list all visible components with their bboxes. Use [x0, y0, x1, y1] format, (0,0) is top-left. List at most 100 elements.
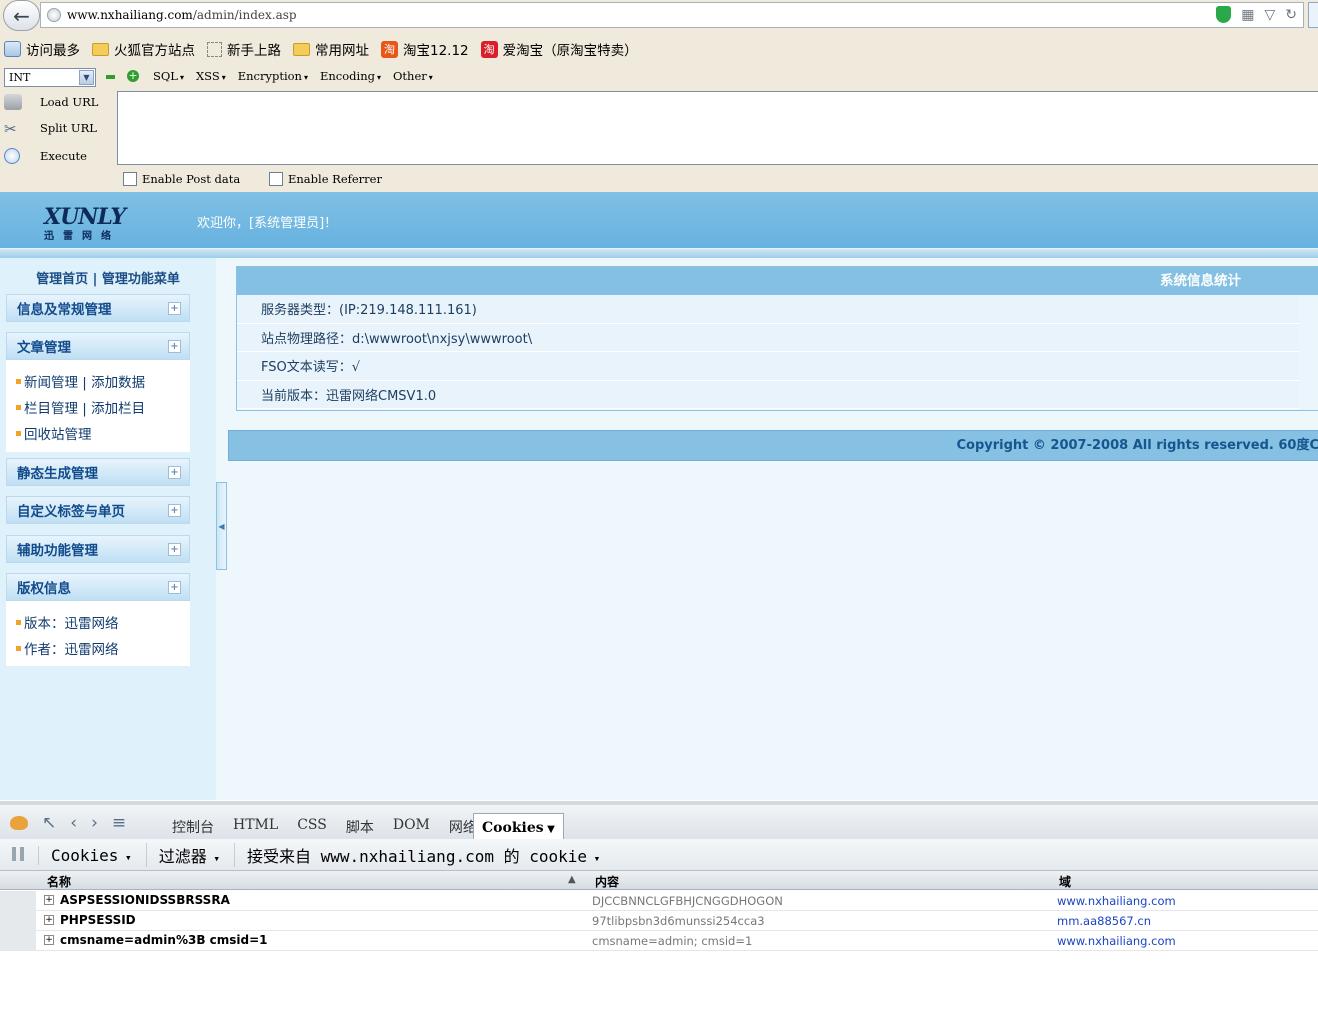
- bookmark-ai-taobao[interactable]: 淘爱淘宝（原淘宝特卖）: [480, 39, 638, 59]
- sidebar-section-header[interactable]: 辅助功能管理 +: [6, 535, 190, 563]
- blank-page-icon: [207, 41, 222, 57]
- bookmark-getting-started[interactable]: 新手上路: [207, 39, 281, 59]
- shield-icon[interactable]: [1216, 6, 1232, 23]
- column-value[interactable]: 内容: [595, 873, 619, 890]
- firebug-tabs: 控制台 HTML CSS 脚本 DOM 网络: [172, 817, 477, 837]
- sidebar-item-author[interactable]: 作者：迅雷网络: [6, 635, 190, 661]
- filter-menu[interactable]: 过滤器: [145, 843, 220, 867]
- sidebar-section-header[interactable]: 文章管理 +: [6, 332, 190, 360]
- bullet-icon: [16, 619, 21, 625]
- checkbox[interactable]: [123, 172, 137, 186]
- column-name[interactable]: 名称: [47, 873, 71, 890]
- tab-script[interactable]: 脚本: [346, 817, 374, 837]
- inspect-icon[interactable]: ↖: [42, 813, 56, 833]
- expand-icon[interactable]: +: [168, 542, 181, 556]
- panel-title: 系统信息统计: [237, 267, 1318, 295]
- info-row: 服务器类型：(IP:219.148.111.161): [237, 295, 1299, 324]
- expand-icon[interactable]: +: [168, 580, 181, 594]
- expand-icon[interactable]: +: [168, 503, 181, 517]
- expand-row-icon[interactable]: +: [44, 895, 54, 905]
- sidebar-item-news[interactable]: 新闻管理 | 添加数据: [6, 368, 190, 394]
- chevron-left-icon: ◀: [218, 521, 225, 531]
- cookies-table-header: 名称 ▲ 内容 域: [0, 871, 1318, 890]
- execute-button[interactable]: Execute: [4, 148, 87, 164]
- url-input[interactable]: www.nxhailiang.com/admin/index.asp ▦ ▽ ↻: [40, 2, 1304, 28]
- table-row[interactable]: + cmsname=admin%3B cmsid=1 cmsname=admin…: [0, 931, 1318, 951]
- tab-console[interactable]: 控制台: [172, 817, 214, 837]
- row-gutter: [0, 931, 36, 951]
- sidebar-section-header[interactable]: 信息及常规管理 +: [6, 294, 190, 322]
- menu-encryption[interactable]: Encryption: [238, 69, 308, 83]
- table-row[interactable]: + ASPSESSIONIDSSBRSSRA DJCCBNNCLGFBHJCNG…: [0, 891, 1318, 911]
- sidebar-section-custom: 自定义标签与单页 +: [6, 496, 190, 524]
- accept-cookies-menu[interactable]: 接受来自 www.nxhailiang.com 的 cookie: [233, 843, 600, 867]
- split-url-button[interactable]: ✂ Split URL: [4, 120, 97, 138]
- sidebar-section-header[interactable]: 静态生成管理 +: [6, 458, 190, 486]
- menu-xss[interactable]: XSS: [196, 69, 226, 83]
- info-row: FSO文本读写：√: [237, 352, 1299, 381]
- bullet-icon: [16, 404, 21, 410]
- reload-icon[interactable]: ↻: [1285, 7, 1297, 23]
- bookmark-most-visited[interactable]: 访问最多: [4, 39, 80, 59]
- sidebar-section-static: 静态生成管理 +: [6, 458, 190, 486]
- sort-asc-icon[interactable]: ▲: [568, 874, 576, 885]
- scissors-icon: ✂: [4, 120, 17, 138]
- enable-referrer-checkbox[interactable]: Enable Referrer: [269, 172, 382, 186]
- command-line-icon[interactable]: ≡: [112, 813, 126, 833]
- type-select[interactable]: INT ▼: [4, 68, 96, 87]
- cookies-menu[interactable]: Cookies: [38, 845, 132, 865]
- sidebar-section-copyright: 版权信息 + 版本：迅雷网络 作者：迅雷网络: [6, 573, 190, 666]
- sidebar-item-version[interactable]: 版本：迅雷网络: [6, 609, 190, 635]
- bookmark-firefox-site[interactable]: 火狐官方站点: [92, 39, 195, 59]
- menu-other[interactable]: Other: [393, 69, 433, 83]
- firebug-toolbar: ↖ ‹ › ≡ 控制台 HTML CSS 脚本 DOM 网络 Cookies ▼: [0, 801, 1318, 843]
- forward-icon[interactable]: ›: [91, 813, 98, 833]
- decrease-icon[interactable]: [106, 75, 115, 79]
- url-textarea[interactable]: [117, 91, 1318, 165]
- bookmark-taobao-1212[interactable]: 淘淘宝12.12: [381, 39, 469, 59]
- back-button[interactable]: ←: [3, 0, 40, 31]
- info-row: 站点物理路径：d:\wwwroot\nxjsy\wwwroot\: [237, 323, 1299, 352]
- bookmarks-bar: 访问最多 火狐官方站点 新手上路 常用网址 淘淘宝12.12 淘爱淘宝（原淘宝特…: [0, 34, 1318, 64]
- sidebar-item-columns[interactable]: 栏目管理 | 添加栏目: [6, 394, 190, 420]
- hackbar: INT▼ + SQL XSS Encryption Encoding Other…: [0, 64, 1318, 192]
- site-identity-icon[interactable]: [47, 8, 61, 22]
- sidebar-toggle-button[interactable]: [1308, 2, 1318, 28]
- sidebar-section-header[interactable]: 版权信息 +: [6, 573, 190, 601]
- sidebar-title[interactable]: 管理首页 | 管理功能菜单: [0, 268, 216, 287]
- pause-icon[interactable]: [12, 847, 24, 861]
- checkbox[interactable]: [269, 172, 283, 186]
- expand-row-icon[interactable]: +: [44, 935, 54, 945]
- sidebar-section-header[interactable]: 自定义标签与单页 +: [6, 496, 190, 524]
- bullet-icon: [16, 378, 21, 384]
- expand-row-icon[interactable]: +: [44, 915, 54, 925]
- most-visited-icon: [4, 41, 21, 57]
- menu-sql[interactable]: SQL: [153, 69, 184, 83]
- qr-code-icon[interactable]: ▦: [1241, 7, 1254, 23]
- column-domain[interactable]: 域: [1059, 873, 1071, 890]
- increase-icon[interactable]: +: [127, 70, 139, 82]
- info-row: 当前版本：迅雷网络CMSV1.0: [237, 380, 1299, 409]
- url-bar-icons: ▦ ▽ ↻: [1216, 6, 1297, 23]
- firebug-icons: ↖ ‹ › ≡: [10, 813, 126, 833]
- menu-encoding[interactable]: Encoding: [320, 69, 381, 83]
- load-url-button[interactable]: Load URL: [4, 94, 98, 110]
- expand-icon[interactable]: +: [168, 339, 181, 353]
- bullet-icon: [16, 645, 21, 651]
- enable-post-checkbox[interactable]: Enable Post data: [123, 172, 240, 186]
- dropdown-icon[interactable]: ▽: [1264, 7, 1275, 23]
- expand-icon[interactable]: +: [168, 301, 181, 315]
- table-row[interactable]: + PHPSESSID 97tlibpsbn3d6munssi254cca3 m…: [0, 911, 1318, 931]
- back-icon[interactable]: ‹: [70, 813, 77, 833]
- tab-dom[interactable]: DOM: [393, 817, 430, 837]
- sidebar-item-recycle[interactable]: 回收站管理: [6, 420, 190, 446]
- tab-html[interactable]: HTML: [233, 817, 278, 837]
- row-gutter: [0, 891, 36, 911]
- firebug-icon[interactable]: [10, 816, 28, 830]
- expand-icon[interactable]: +: [168, 465, 181, 479]
- tab-css[interactable]: CSS: [297, 817, 327, 837]
- chevron-down-icon[interactable]: ▼: [79, 70, 94, 85]
- bookmark-common-sites[interactable]: 常用网址: [293, 39, 369, 59]
- url-bar: ← www.nxhailiang.com/admin/index.asp ▦ ▽…: [0, 0, 1318, 34]
- collapse-sidebar-handle[interactable]: ◀: [216, 482, 227, 570]
